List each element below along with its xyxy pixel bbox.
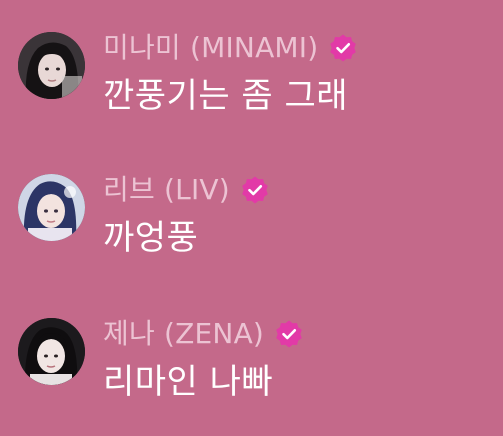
sender-name: 리브 (LIV) [103,173,230,206]
message-text: 깐풍기는 좀 그래 [103,76,349,116]
verified-badge-icon [240,175,270,205]
verified-badge-icon [328,33,358,63]
chat-message-list: 미나미 (MINAMI) 깐풍기는 좀 그래 리브 (LIV) 까엉풍 제나 (… [0,0,503,428]
message-text: 까엉풍 [103,218,199,258]
message-text: 리마인 나빠 [103,362,274,402]
verified-badge-icon [274,319,304,349]
chat-message: 미나미 (MINAMI) 깐풍기는 좀 그래 [0,30,503,150]
sender-name: 제나 (ZENA) [103,317,265,350]
sender-name: 미나미 (MINAMI) [103,31,319,64]
chat-message: 리브 (LIV) 까엉풍 [0,172,503,292]
avatar-zena[interactable] [18,318,85,385]
avatar-liv[interactable] [18,174,85,241]
chat-message: 제나 (ZENA) 리마인 나빠 [0,316,503,436]
avatar-minami[interactable] [18,32,85,99]
